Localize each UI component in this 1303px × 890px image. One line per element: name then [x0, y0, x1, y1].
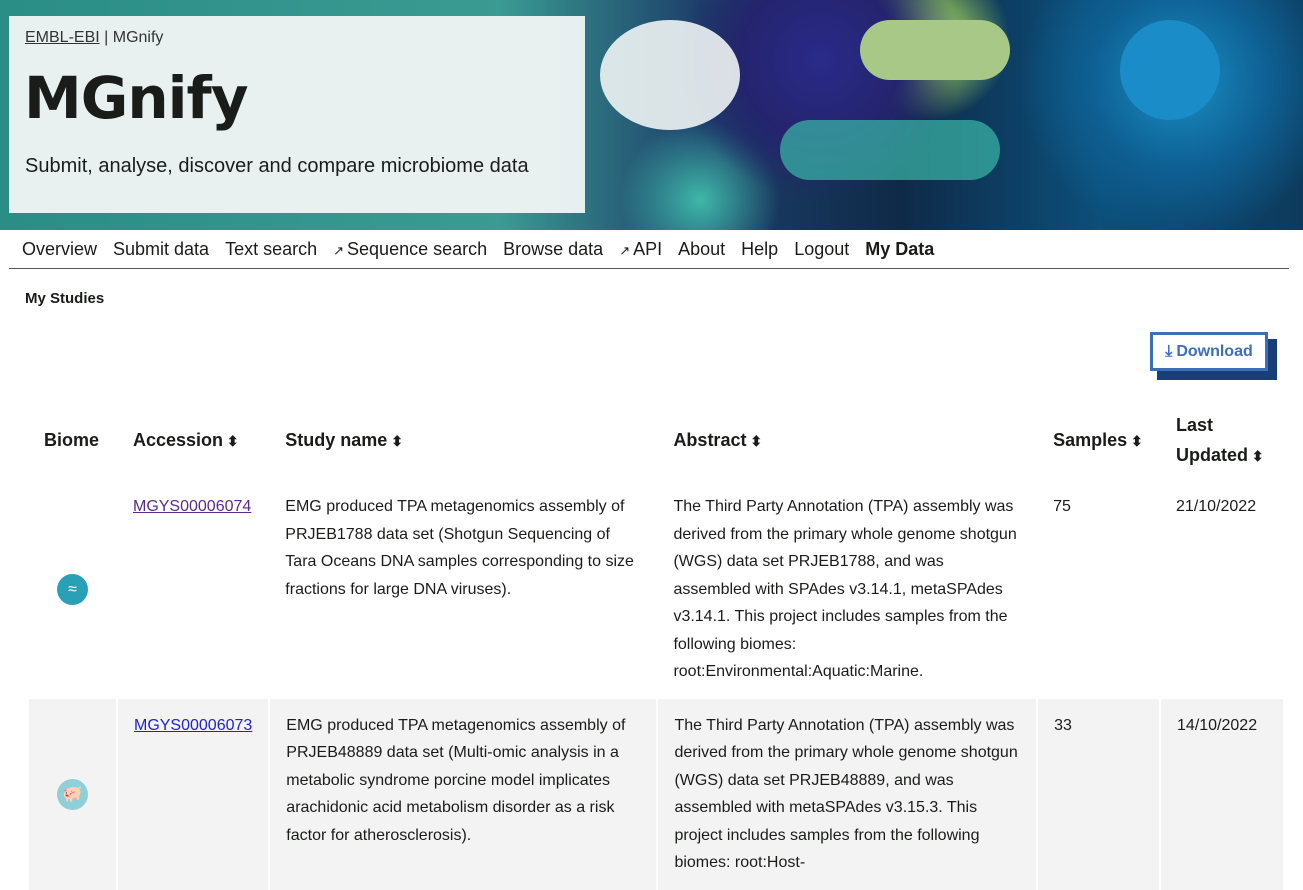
tagline: Submit, analyse, discover and compare mi…	[25, 155, 529, 177]
column-header-label: Last Updated	[1176, 414, 1249, 465]
last-updated-cell: 14/10/2022	[1159, 698, 1283, 890]
nav-item-browse-data[interactable]: Browse data	[503, 239, 603, 260]
column-header: Biome	[28, 400, 117, 480]
nav-label: Overview	[22, 238, 98, 259]
page-title: My Studies	[25, 290, 105, 307]
pig-icon: 🐖	[56, 778, 88, 810]
sort-icon[interactable]: ⬍	[1248, 448, 1264, 464]
sort-icon[interactable]: ⬍	[223, 433, 239, 449]
column-header[interactable]: Abstract ⬍	[657, 400, 1037, 480]
nav-item-overview[interactable]: Overview	[22, 239, 97, 260]
table-row: 🐖 MGYS00006073 EMG produced TPA metageno…	[27, 698, 1283, 890]
breadcrumb-current: MGnify	[112, 29, 164, 46]
accession-cell: MGYS00006074	[117, 480, 269, 699]
marine-icon: ≈	[56, 573, 88, 605]
hero-banner: EMBL-EBI | MGnify MGnify Submit, analyse…	[0, 0, 1303, 230]
embl-ebi-link[interactable]: EMBL-EBI	[25, 29, 100, 46]
main-nav: Overview Submit data Text search ↗ Sequence …	[9, 230, 1289, 269]
sort-icon[interactable]: ⬍	[1127, 433, 1143, 449]
mgnify-logo[interactable]: MGnify	[24, 64, 249, 132]
column-header[interactable]: Accession ⬍	[117, 400, 269, 480]
nav-item-help[interactable]: Help	[741, 239, 778, 260]
study-name-cell: EMG produced TPA metagenomics assembly o…	[268, 698, 658, 890]
breadcrumb: EMBL-EBI | MGnify	[25, 29, 163, 47]
download-button-wrap: ⤓ Download	[1150, 332, 1277, 380]
column-header[interactable]: Last Updated ⬍	[1160, 400, 1283, 480]
studies-table: Biome Accession ⬍ Study name ⬍ Abstract ⬍ Sa…	[27, 400, 1283, 890]
nav-label: Submit data	[113, 238, 210, 259]
biome-cell: ≈	[28, 480, 117, 699]
external-link-icon: ↗	[333, 242, 345, 258]
column-header-label: Study name	[285, 429, 388, 450]
nav-item-logout[interactable]: Logout	[794, 239, 849, 260]
samples-cell: 75	[1053, 498, 1071, 515]
nav-label: API	[633, 238, 663, 259]
download-icon: ⤓	[1165, 342, 1173, 360]
column-header-label: Biome	[44, 430, 100, 450]
breadcrumb-separator: |	[99, 29, 113, 46]
nav-label: About	[678, 238, 726, 259]
external-link-icon: ↗	[619, 242, 631, 258]
last-updated-cell: 21/10/2022	[1176, 498, 1257, 515]
nav-label: Browse data	[503, 238, 604, 259]
abstract-cell: The Third Party Annotation (TPA) assembl…	[656, 698, 1038, 890]
hero-card: EMBL-EBI | MGnify MGnify Submit, analyse…	[9, 16, 585, 213]
sort-icon[interactable]: ⬍	[746, 433, 762, 449]
nav-item-sequence-search[interactable]: ↗ Sequence search	[333, 239, 487, 260]
nav-label: My Data	[865, 238, 935, 259]
accession-link[interactable]: MGYS00006074	[133, 498, 251, 515]
biome-cell: 🐖	[27, 698, 117, 890]
column-header[interactable]: Samples ⬍	[1037, 400, 1160, 480]
download-button[interactable]: ⤓ Download	[1150, 332, 1268, 371]
column-header-label: Accession	[132, 429, 224, 450]
nav-item-my-data[interactable]: My Data	[865, 239, 934, 260]
download-label: Download	[1176, 342, 1253, 360]
nav-item-text-search[interactable]: Text search	[225, 239, 317, 260]
nav-label: Text search	[225, 238, 318, 259]
accession-cell: MGYS00006073	[115, 698, 270, 890]
sort-icon[interactable]: ⬍	[387, 433, 403, 449]
column-header[interactable]: Study name ⬍	[269, 400, 657, 480]
nav-item-api[interactable]: ↗ API	[619, 239, 662, 260]
nav-label: Logout	[794, 238, 850, 259]
table-row: ≈ MGYS00006074 EMG produced TPA metageno…	[28, 480, 1283, 699]
nav-label: Help	[741, 238, 779, 259]
study-name-cell: EMG produced TPA metagenomics assembly o…	[285, 498, 634, 598]
column-header-label: Abstract	[673, 429, 747, 450]
accession-link[interactable]: MGYS00006073	[134, 717, 252, 734]
nav-item-submit-data[interactable]: Submit data	[113, 239, 209, 260]
column-header-label: Samples	[1053, 429, 1128, 450]
nav-label: Sequence search	[347, 238, 488, 259]
abstract-cell: The Third Party Annotation (TPA) assembl…	[673, 498, 1017, 680]
nav-item-about[interactable]: About	[678, 239, 725, 260]
samples-cell: 33	[1036, 698, 1161, 890]
